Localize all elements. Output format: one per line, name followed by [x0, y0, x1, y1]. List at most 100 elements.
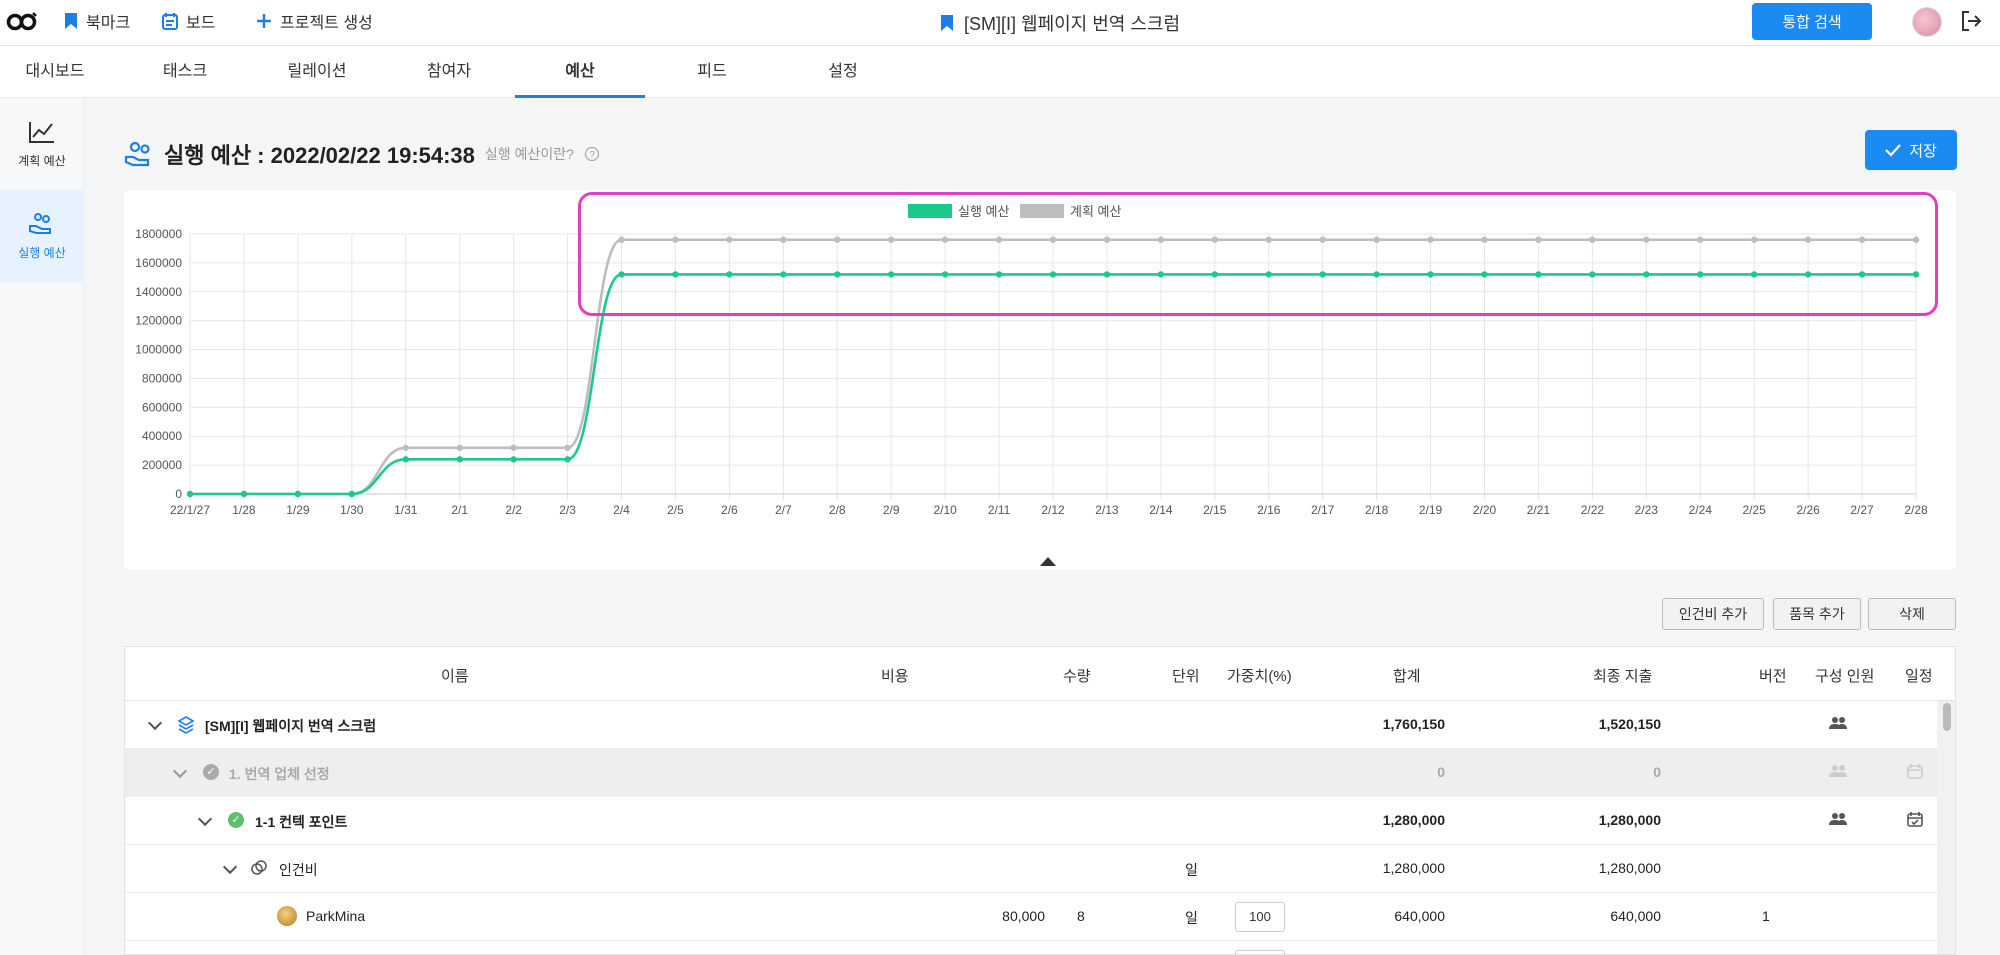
x-tick-label: 2/10 [933, 503, 957, 517]
col-schedule: 일정 [1905, 668, 1933, 685]
table-row[interactable]: ✓ 1. 번역 업체 선정 0 0 [125, 749, 1937, 797]
x-tick-label: 2/8 [829, 503, 846, 517]
row-name: [SM][I] 웹페이지 번역 스크럼 [205, 718, 377, 734]
board-menu[interactable]: 보드 [162, 9, 215, 33]
add-labor-button[interactable]: 인건비 추가 [1662, 598, 1764, 630]
row-total: 640,000 [1394, 908, 1445, 924]
y-tick-label: 800000 [142, 371, 182, 385]
row-version: 1 [1762, 908, 1770, 924]
chevron-down-icon[interactable] [147, 715, 163, 731]
row-total: 1,280,000 [1382, 860, 1445, 876]
y-tick-label: 1600000 [135, 256, 182, 270]
members-icon[interactable] [1829, 812, 1847, 826]
table-row[interactable]: ✓ 1-1 컨텍 포인트 1,280,000 1,280,000 [125, 797, 1937, 845]
question-icon[interactable]: ? [584, 146, 600, 162]
status-check-icon: ✓ [203, 764, 219, 780]
members-icon[interactable] [1829, 764, 1847, 778]
bookmark-menu[interactable]: 북마크 [64, 9, 130, 33]
row-name: 인건비 [279, 862, 318, 878]
row-name: 1-1 컨텍 포인트 [255, 814, 348, 830]
x-tick-label: 2/5 [667, 503, 684, 517]
x-tick-label: 2/18 [1365, 503, 1389, 517]
page-title-text: 실행 예산 : 2022/02/22 19:54:38 [164, 143, 475, 168]
row-total: 1,280,000 [1382, 812, 1445, 828]
x-tick-label: 1/28 [232, 503, 256, 517]
delete-button[interactable]: 삭제 [1868, 598, 1956, 630]
table-scrollbar[interactable] [1937, 701, 1955, 954]
weight-input[interactable] [1235, 950, 1285, 954]
sidebar-item-label: 계획 예산 [18, 153, 66, 168]
table-row[interactable]: [SM][I] 웹페이지 번역 스크럼 1,760,150 1,520,150 [125, 701, 1937, 749]
bookmark-icon [941, 15, 953, 31]
tab-dashboard[interactable]: 대시보드 [0, 46, 120, 98]
x-tick-label: 2/28 [1904, 503, 1928, 517]
bookmark-label: 북마크 [86, 15, 131, 32]
chevron-down-icon[interactable] [172, 763, 188, 779]
chevron-down-icon[interactable] [197, 811, 213, 827]
y-tick-label: 1200000 [135, 314, 182, 328]
table-row[interactable] [125, 941, 1937, 954]
tab-feed[interactable]: 피드 [647, 46, 777, 98]
row-total: 0 [1437, 764, 1445, 780]
tab-settings[interactable]: 설정 [778, 46, 908, 98]
table-header: 이름 비용 수량 단위 가중치(%) 합계 최종 지출 버전 구성 인원 일정 [125, 647, 1955, 701]
svg-text:?: ? [589, 150, 595, 161]
weight-input[interactable]: 100 [1235, 902, 1285, 932]
scrollbar-thumb[interactable] [1943, 703, 1951, 731]
data-point [294, 490, 302, 498]
page-title: 실행 예산 : 2022/02/22 19:54:38 실행 예산이란? ? [124, 138, 600, 170]
x-tick-label: 2/16 [1257, 503, 1281, 517]
create-project-menu[interactable]: 프로젝트 생성 [256, 9, 373, 33]
layers-icon [177, 716, 195, 734]
app-logo-icon[interactable] [6, 10, 38, 32]
row-unit: 일 [1185, 862, 1198, 878]
x-tick-label: 2/11 [988, 503, 1011, 517]
create-project-label: 프로젝트 생성 [280, 15, 373, 32]
bookmark-icon [65, 13, 77, 29]
tab-tasks[interactable]: 태스크 [120, 46, 250, 98]
members-icon[interactable] [1829, 716, 1847, 730]
add-item-button[interactable]: 품목 추가 [1773, 598, 1861, 630]
integrated-search-button[interactable]: 통합 검색 [1752, 3, 1872, 40]
x-tick-label: 2/21 [1527, 503, 1551, 517]
help-link[interactable]: 실행 예산이란? [485, 144, 574, 164]
logout-icon[interactable] [1960, 10, 1982, 32]
plus-icon [257, 14, 271, 28]
y-tick-label: 1000000 [135, 343, 182, 357]
x-tick-label: 1/31 [394, 503, 418, 517]
line-chart-icon [29, 121, 54, 143]
data-point [564, 444, 571, 451]
data-point [240, 490, 248, 498]
y-tick-label: 1400000 [135, 285, 182, 299]
col-total: 합계 [1393, 668, 1421, 685]
col-version: 버전 [1759, 668, 1787, 685]
x-tick-label: 2/2 [505, 503, 522, 517]
data-point [510, 444, 517, 451]
x-tick-label: 2/13 [1095, 503, 1119, 517]
calendar-icon[interactable] [1907, 763, 1923, 779]
save-button[interactable]: 저장 [1865, 130, 1957, 170]
x-tick-label: 2/17 [1311, 503, 1335, 517]
data-point [402, 456, 409, 463]
sidebar-item-plan-budget[interactable]: 계획 예산 [0, 98, 84, 190]
x-tick-label: 2/4 [613, 503, 630, 517]
tab-relations[interactable]: 릴레이션 [252, 46, 382, 98]
user-avatar[interactable] [1912, 7, 1942, 37]
x-tick-label: 2/24 [1689, 503, 1713, 517]
hand-coins-icon [29, 212, 51, 234]
row-final: 1,520,150 [1598, 716, 1661, 732]
tab-participants[interactable]: 참여자 [384, 46, 514, 98]
data-point [402, 444, 409, 451]
chevron-down-icon[interactable] [222, 859, 238, 875]
col-qty: 수량 [1063, 668, 1091, 685]
row-qty: 8 [1077, 908, 1085, 924]
status-check-icon: ✓ [228, 812, 244, 828]
table-row[interactable]: ParkMina 80,000 8 일 100 640,000 640,000 … [125, 893, 1937, 941]
y-tick-label: 400000 [142, 429, 182, 443]
sidebar-item-exec-budget[interactable]: 실행 예산 [0, 190, 84, 282]
calendar-icon[interactable] [1907, 811, 1923, 827]
table-row[interactable]: 인건비 일 1,280,000 1,280,000 [125, 845, 1937, 893]
collapse-chart-icon[interactable] [1040, 557, 1056, 566]
tab-budget[interactable]: 예산 [515, 46, 645, 98]
x-tick-label: 1/30 [340, 503, 364, 517]
